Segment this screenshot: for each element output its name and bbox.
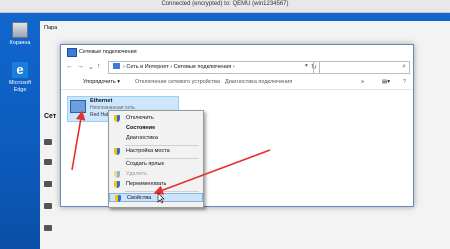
annotation-arrow (71, 110, 86, 171)
desktop: Connected (encrypted) to: QEMU (win12345… (0, 0, 450, 249)
annotation-arrows (71, 110, 271, 195)
mouse-cursor-icon (157, 193, 165, 204)
annotation-arrow (153, 149, 271, 195)
